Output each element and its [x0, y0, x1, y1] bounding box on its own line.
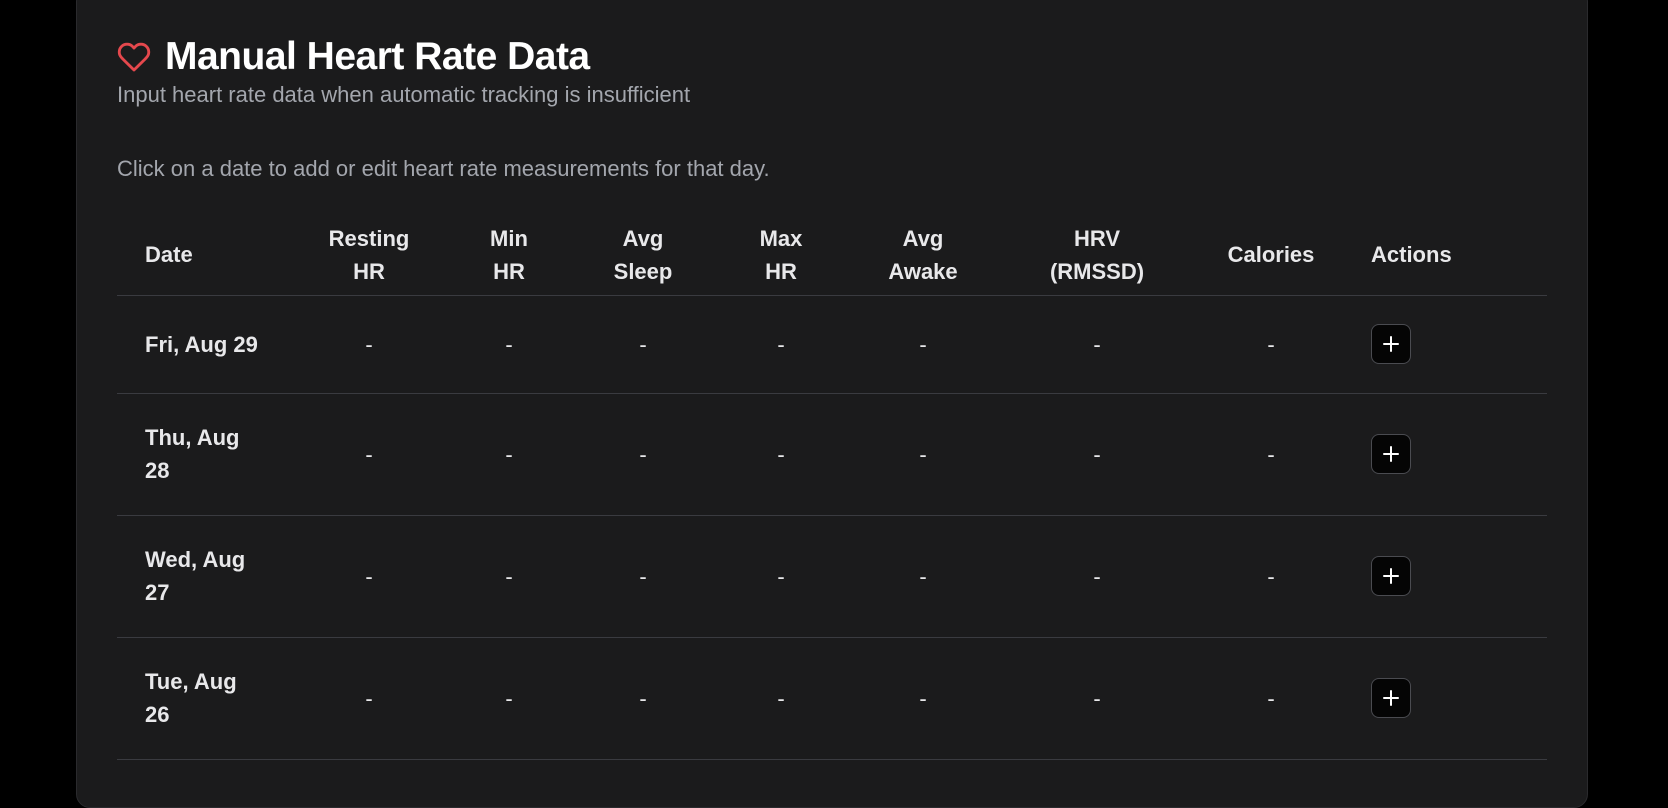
- header-resting-hr: Resting HR: [295, 215, 443, 296]
- header-label: (RMSSD): [1049, 258, 1145, 284]
- min-hr-cell: -: [443, 515, 575, 638]
- header-label: HRV: [1073, 225, 1121, 251]
- avg-awake-cell: -: [851, 515, 995, 638]
- header-max-hr: Max HR: [711, 215, 851, 296]
- date-cell[interactable]: Thu, Aug 28: [117, 393, 295, 516]
- header-label: HR: [353, 258, 385, 284]
- table-row[interactable]: Fri, Aug 29 - - - - - - -: [117, 295, 1547, 394]
- heart-rate-card: Manual Heart Rate Data Input heart rate …: [76, 0, 1588, 808]
- header-label: Min: [490, 225, 528, 251]
- header-calories: Calories: [1199, 215, 1343, 296]
- avg-awake-cell: -: [851, 637, 995, 760]
- table-row[interactable]: Tue, Aug 26 - - - - - - -: [117, 637, 1547, 760]
- header-date: Date: [117, 215, 295, 296]
- date-cell[interactable]: Fri, Aug 29: [117, 295, 295, 394]
- date-line: 28: [145, 458, 170, 483]
- add-entry-button[interactable]: [1371, 678, 1411, 718]
- header-avg-sleep: Avg Sleep: [575, 215, 711, 296]
- table-row[interactable]: Wed, Aug 27 - - - - - - -: [117, 515, 1547, 638]
- hrv-cell: -: [995, 393, 1199, 516]
- min-hr-cell: -: [443, 393, 575, 516]
- avg-sleep-cell: -: [575, 393, 711, 516]
- avg-awake-cell: -: [851, 295, 995, 394]
- instructions-text: Click on a date to add or edit heart rat…: [117, 156, 770, 181]
- date-cell[interactable]: Tue, Aug 26: [117, 637, 295, 760]
- header-label: HR: [493, 258, 525, 284]
- max-hr-cell: -: [711, 515, 851, 638]
- page-subtitle: Input heart rate data when automatic tra…: [117, 82, 691, 107]
- resting-hr-cell: -: [295, 637, 443, 760]
- header-label: Resting: [328, 225, 410, 251]
- avg-sleep-cell: -: [575, 295, 711, 394]
- actions-cell: [1343, 393, 1547, 516]
- resting-hr-cell: -: [295, 515, 443, 638]
- table-row[interactable]: Thu, Aug 28 - - - - - - -: [117, 393, 1547, 516]
- calories-cell: -: [1199, 393, 1343, 516]
- date-line: Wed, Aug: [145, 547, 246, 572]
- date-line: Thu, Aug: [145, 425, 240, 450]
- hrv-cell: -: [995, 295, 1199, 394]
- max-hr-cell: -: [711, 295, 851, 394]
- max-hr-cell: -: [711, 637, 851, 760]
- header-hrv: HRV (RMSSD): [995, 215, 1199, 296]
- header-label: Avg: [902, 225, 944, 251]
- header-label: HR: [765, 258, 797, 284]
- header-avg-awake: Avg Awake: [851, 215, 995, 296]
- plus-icon: [1383, 568, 1399, 584]
- plus-icon: [1383, 336, 1399, 352]
- table-header-row: Date Resting HR Min HR Avg Sleep Max HR Avg A…: [117, 215, 1547, 296]
- header-label: Awake: [888, 258, 958, 284]
- header-label: Avg: [622, 225, 664, 251]
- heart-icon: [117, 40, 151, 74]
- calories-cell: -: [1199, 637, 1343, 760]
- max-hr-cell: -: [711, 393, 851, 516]
- date-line: 27: [145, 580, 170, 605]
- page-title: Manual Heart Rate Data: [165, 35, 590, 78]
- card-header: Manual Heart Rate Data: [117, 35, 590, 79]
- avg-awake-cell: -: [851, 393, 995, 516]
- actions-cell: [1343, 295, 1547, 394]
- hrv-cell: -: [995, 637, 1199, 760]
- min-hr-cell: -: [443, 637, 575, 760]
- min-hr-cell: -: [443, 295, 575, 394]
- add-entry-button[interactable]: [1371, 434, 1411, 474]
- add-entry-button[interactable]: [1371, 556, 1411, 596]
- date-cell[interactable]: Wed, Aug 27: [117, 515, 295, 638]
- actions-cell: [1343, 515, 1547, 638]
- header-actions: Actions: [1343, 215, 1547, 296]
- header-label: Max: [759, 225, 803, 251]
- header-label: Sleep: [613, 258, 673, 284]
- header-min-hr: Min HR: [443, 215, 575, 296]
- plus-icon: [1383, 446, 1399, 462]
- add-entry-button[interactable]: [1371, 324, 1411, 364]
- calories-cell: -: [1199, 295, 1343, 394]
- avg-sleep-cell: -: [575, 637, 711, 760]
- hrv-cell: -: [995, 515, 1199, 638]
- date-line: 26: [145, 702, 170, 727]
- date-line: Tue, Aug: [145, 669, 237, 694]
- actions-cell: [1343, 637, 1547, 760]
- resting-hr-cell: -: [295, 393, 443, 516]
- plus-icon: [1383, 690, 1399, 706]
- heart-rate-table: Date Resting HR Min HR Avg Sleep Max HR Avg A…: [117, 215, 1547, 760]
- avg-sleep-cell: -: [575, 515, 711, 638]
- resting-hr-cell: -: [295, 295, 443, 394]
- calories-cell: -: [1199, 515, 1343, 638]
